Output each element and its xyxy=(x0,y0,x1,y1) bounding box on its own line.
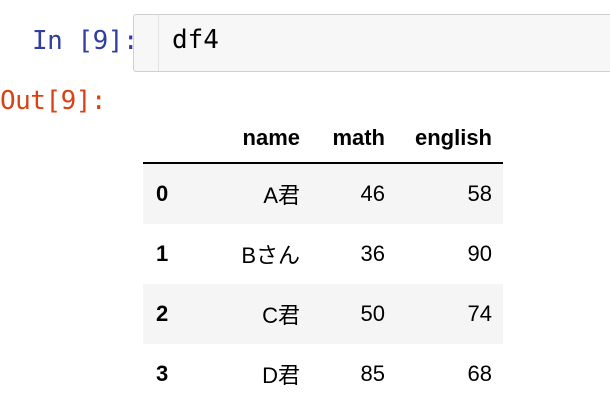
table-row: 3 D君 85 68 xyxy=(143,344,503,404)
cell-name: C君 xyxy=(262,303,300,328)
table-row: 2 C君 50 74 xyxy=(143,284,503,344)
input-prompt: In [9]: xyxy=(32,26,139,56)
row-index: 3 xyxy=(156,361,169,386)
code-text[interactable]: df4 xyxy=(172,25,219,55)
output-prompt: Out[9]: xyxy=(0,86,107,116)
column-header-math: math xyxy=(300,114,385,164)
row-index: 1 xyxy=(156,241,169,266)
notebook-cell: In [9]: df4 Out[9]: name math english 0 … xyxy=(0,0,610,416)
index-header xyxy=(143,114,186,164)
column-header-name: name xyxy=(186,114,300,164)
code-input-area[interactable]: df4 xyxy=(133,14,610,72)
cell-english: 68 xyxy=(467,361,492,386)
cell-english: 74 xyxy=(467,301,492,326)
code-gutter xyxy=(158,15,159,71)
table-header-row: name math english xyxy=(143,114,503,164)
cell-name: Bさん xyxy=(241,243,300,268)
table-row: 0 A君 46 58 xyxy=(143,163,503,224)
cell-name: D君 xyxy=(262,363,300,388)
cell-math: 50 xyxy=(360,301,385,326)
cell-english: 58 xyxy=(467,181,492,206)
cell-math: 85 xyxy=(360,361,385,386)
cell-english: 90 xyxy=(467,241,492,266)
cell-math: 46 xyxy=(360,181,385,206)
table-row: 1 Bさん 36 90 xyxy=(143,224,503,284)
column-header-english: english xyxy=(385,114,503,164)
dataframe-table: name math english 0 A君 46 58 1 Bさん 36 90… xyxy=(143,114,503,404)
cell-name: A君 xyxy=(263,183,300,208)
cell-math: 36 xyxy=(360,241,385,266)
row-index: 0 xyxy=(156,181,169,206)
row-index: 2 xyxy=(156,301,169,326)
